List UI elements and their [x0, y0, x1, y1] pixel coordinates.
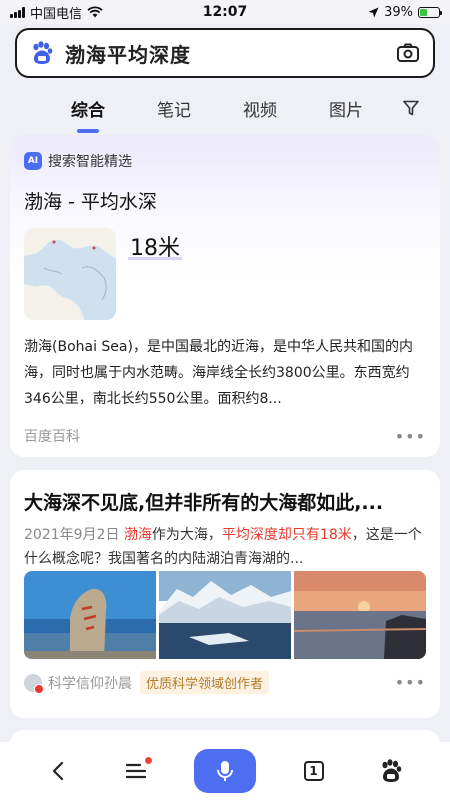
carrier-label: 中国电信 [30, 6, 83, 22]
mic-icon [216, 761, 233, 781]
menu-icon [126, 763, 147, 779]
answer-row: 18米 [10, 214, 440, 320]
search-input[interactable]: 渤海平均深度 [15, 28, 435, 78]
result-snippet: 2021年9月2日 渤海作为大海，平均深度却只有18米，这是一个什么概念呢？我国… [10, 515, 440, 571]
more-options-icon[interactable]: ••• [395, 673, 426, 692]
result-images [10, 571, 440, 659]
result-card[interactable]: 大海深不见底,但并非所有的大海都如此,... 2021年9月2日 渤海作为大海，… [10, 470, 440, 718]
tab-all[interactable]: 综合 [45, 96, 131, 121]
more-options-icon[interactable]: ••• [395, 427, 426, 446]
ai-card-title[interactable]: 渤海 - 平均水深 [10, 171, 440, 214]
result-tabs: 综合 笔记 视频 图片 [0, 88, 450, 128]
battery-icon [418, 6, 442, 18]
status-left: 中国电信 [10, 3, 160, 22]
author-name[interactable]: 科学信仰孙晨 [48, 673, 132, 693]
status-right: 39% [290, 4, 442, 20]
ai-header: AI 搜索智能精选 [10, 135, 440, 171]
result-image-glacier[interactable] [159, 571, 291, 659]
home-button[interactable] [371, 751, 411, 791]
ai-description: 渤海(Bohai Sea)，是中国最北的近海，是中华人民共和国的内海，同时也属于… [24, 339, 413, 407]
tabs-button[interactable]: 1 [294, 751, 334, 791]
ai-badge-icon: AI [24, 152, 42, 170]
author-tag: 优质科学领域创作者 [140, 671, 270, 694]
ai-header-label: 搜索智能精选 [48, 154, 132, 170]
battery-percent: 39% [384, 4, 413, 20]
result-date: 2021年9月2日 [24, 527, 120, 543]
signal-icon [10, 6, 25, 18]
camera-icon[interactable] [395, 40, 421, 66]
back-icon [52, 761, 63, 781]
status-bar: 中国电信 12:07 39% [0, 0, 450, 24]
voice-search-button[interactable] [193, 749, 256, 793]
tab-notes[interactable]: 笔记 [131, 96, 217, 121]
result-image-sunset[interactable] [294, 571, 426, 659]
author-row: 科学信仰孙晨 优质科学领域创作者 ••• [10, 659, 440, 706]
answer-value: 18米 [128, 230, 182, 261]
battery-level [420, 8, 428, 16]
back-button[interactable] [39, 751, 79, 791]
menu-button[interactable] [116, 751, 156, 791]
bottom-toolbar: 1 [0, 742, 450, 800]
snippet-highlight: 渤海 [123, 527, 152, 543]
bohai-map-thumbnail[interactable] [24, 228, 116, 320]
avatar[interactable] [24, 673, 44, 694]
tab-videos[interactable]: 视频 [217, 96, 303, 121]
baidu-paw-icon [33, 41, 53, 64]
source-label[interactable]: 百度百科 [24, 426, 80, 446]
tab-images[interactable]: 图片 [303, 96, 389, 121]
tabs-icon: 1 [303, 761, 324, 781]
status-time: 12:07 [202, 4, 248, 20]
notification-dot [145, 757, 153, 764]
result-title[interactable]: 大海深不见底,但并非所有的大海都如此,... [10, 470, 440, 515]
ai-card-footer: 百度百科 ••• [10, 414, 440, 457]
wifi-icon [87, 6, 103, 18]
search-query[interactable]: 渤海平均深度 [65, 39, 395, 68]
search-bar: 渤海平均深度 [15, 28, 435, 78]
baidu-home-icon [382, 759, 402, 782]
location-arrow-icon [368, 7, 379, 17]
filter-icon[interactable] [402, 99, 420, 117]
result-image-stone[interactable] [24, 571, 156, 659]
ai-answer-card[interactable]: AI 搜索智能精选 渤海 - 平均水深 18米 渤海(Bohai Sea)，是中… [10, 135, 440, 457]
snippet-text: 作为大海， [151, 527, 222, 543]
snippet-highlight: 平均深度却只有18米 [221, 527, 352, 543]
